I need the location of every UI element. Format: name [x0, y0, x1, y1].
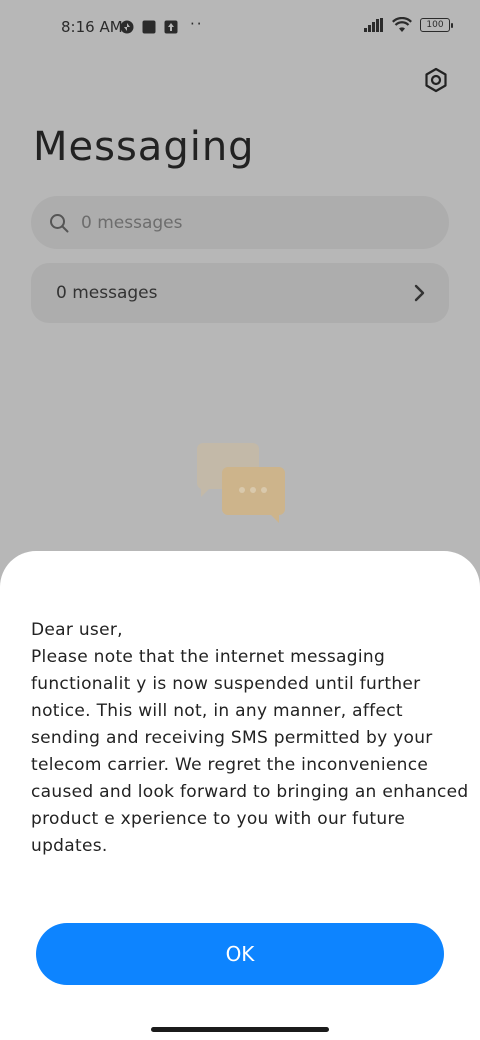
battery-icon: 100	[420, 18, 453, 32]
search-input[interactable]	[81, 212, 401, 233]
messages-count-label: 0 messages	[56, 283, 158, 303]
settings-button[interactable]	[422, 66, 450, 94]
notification-icons	[120, 20, 178, 34]
messages-list-item[interactable]: 0 messages	[31, 263, 449, 323]
more-notifications-icon: ··	[190, 15, 204, 33]
square-icon	[142, 20, 156, 34]
ok-button[interactable]: OK	[36, 923, 444, 985]
system-icons: 100	[364, 17, 453, 33]
wifi-icon	[392, 17, 412, 32]
page-title: Messaging	[33, 124, 255, 170]
dialog-message: Dear user, Please note that the internet…	[31, 620, 469, 856]
settings-icon	[425, 67, 447, 93]
status-time: 8:16 AM	[61, 18, 123, 36]
search-bar[interactable]	[31, 196, 449, 249]
signal-icon	[364, 18, 383, 32]
status-bar: 8:16 AM ·· 100	[0, 0, 480, 56]
chat-bubbles-illustration	[196, 443, 285, 523]
battery-level: 100	[426, 20, 444, 30]
data-icon	[120, 20, 134, 34]
notice-dialog: Dear user, Please note that the internet…	[0, 551, 480, 1040]
search-icon	[50, 213, 69, 232]
chevron-right-icon	[414, 284, 425, 302]
upload-icon	[164, 20, 178, 34]
home-indicator[interactable]	[151, 1027, 329, 1032]
